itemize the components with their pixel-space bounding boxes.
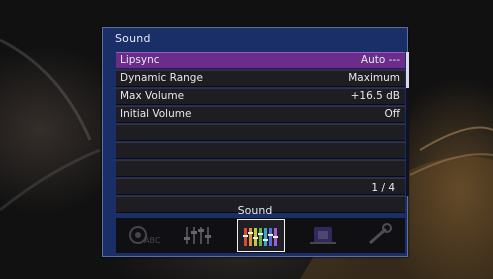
- empty-row: [116, 142, 405, 159]
- menu-item-label: Initial Volume: [120, 108, 192, 120]
- menu-item-lipsync[interactable]: Lipsync Auto ---: [116, 52, 405, 69]
- scene-icon[interactable]: [300, 220, 346, 250]
- menu-item-value: Maximum: [348, 72, 400, 84]
- menu-item-initial-volume[interactable]: Initial Volume Off: [116, 106, 405, 123]
- page-indicator: 1 / 4: [371, 182, 395, 194]
- abc-speaker-icon[interactable]: ABC: [122, 220, 168, 250]
- menu-item-max-volume[interactable]: Max Volume +16.5 dB: [116, 88, 405, 105]
- menu-item-label: Lipsync: [120, 54, 160, 66]
- menu-item-label: Dynamic Range: [120, 72, 203, 84]
- category-bar: ABC: [116, 218, 405, 253]
- equalizer-icon[interactable]: [176, 220, 222, 250]
- empty-row: [116, 124, 405, 141]
- menu-item-label: Max Volume: [120, 90, 185, 102]
- sound-levels-icon[interactable]: [237, 219, 285, 252]
- scrollbar-thumb[interactable]: [406, 52, 409, 88]
- panel-title: Sound: [115, 32, 151, 45]
- empty-row: [116, 178, 405, 195]
- settings-list: Lipsync Auto --- Dynamic Range Maximum M…: [116, 52, 405, 214]
- sound-settings-panel: Sound Lipsync Auto --- Dynamic Range Max…: [102, 27, 409, 257]
- svg-text:ABC: ABC: [144, 236, 161, 245]
- menu-item-value: Off: [384, 108, 401, 120]
- menu-item-value: +16.5 dB: [350, 90, 400, 102]
- category-label: Sound: [237, 204, 273, 217]
- menu-item-dynamic-range[interactable]: Dynamic Range Maximum: [116, 70, 405, 87]
- scrollbar[interactable]: [406, 52, 409, 196]
- menu-item-value: Auto ---: [360, 54, 400, 66]
- empty-row: [116, 160, 405, 177]
- wrench-icon[interactable]: [356, 220, 402, 250]
